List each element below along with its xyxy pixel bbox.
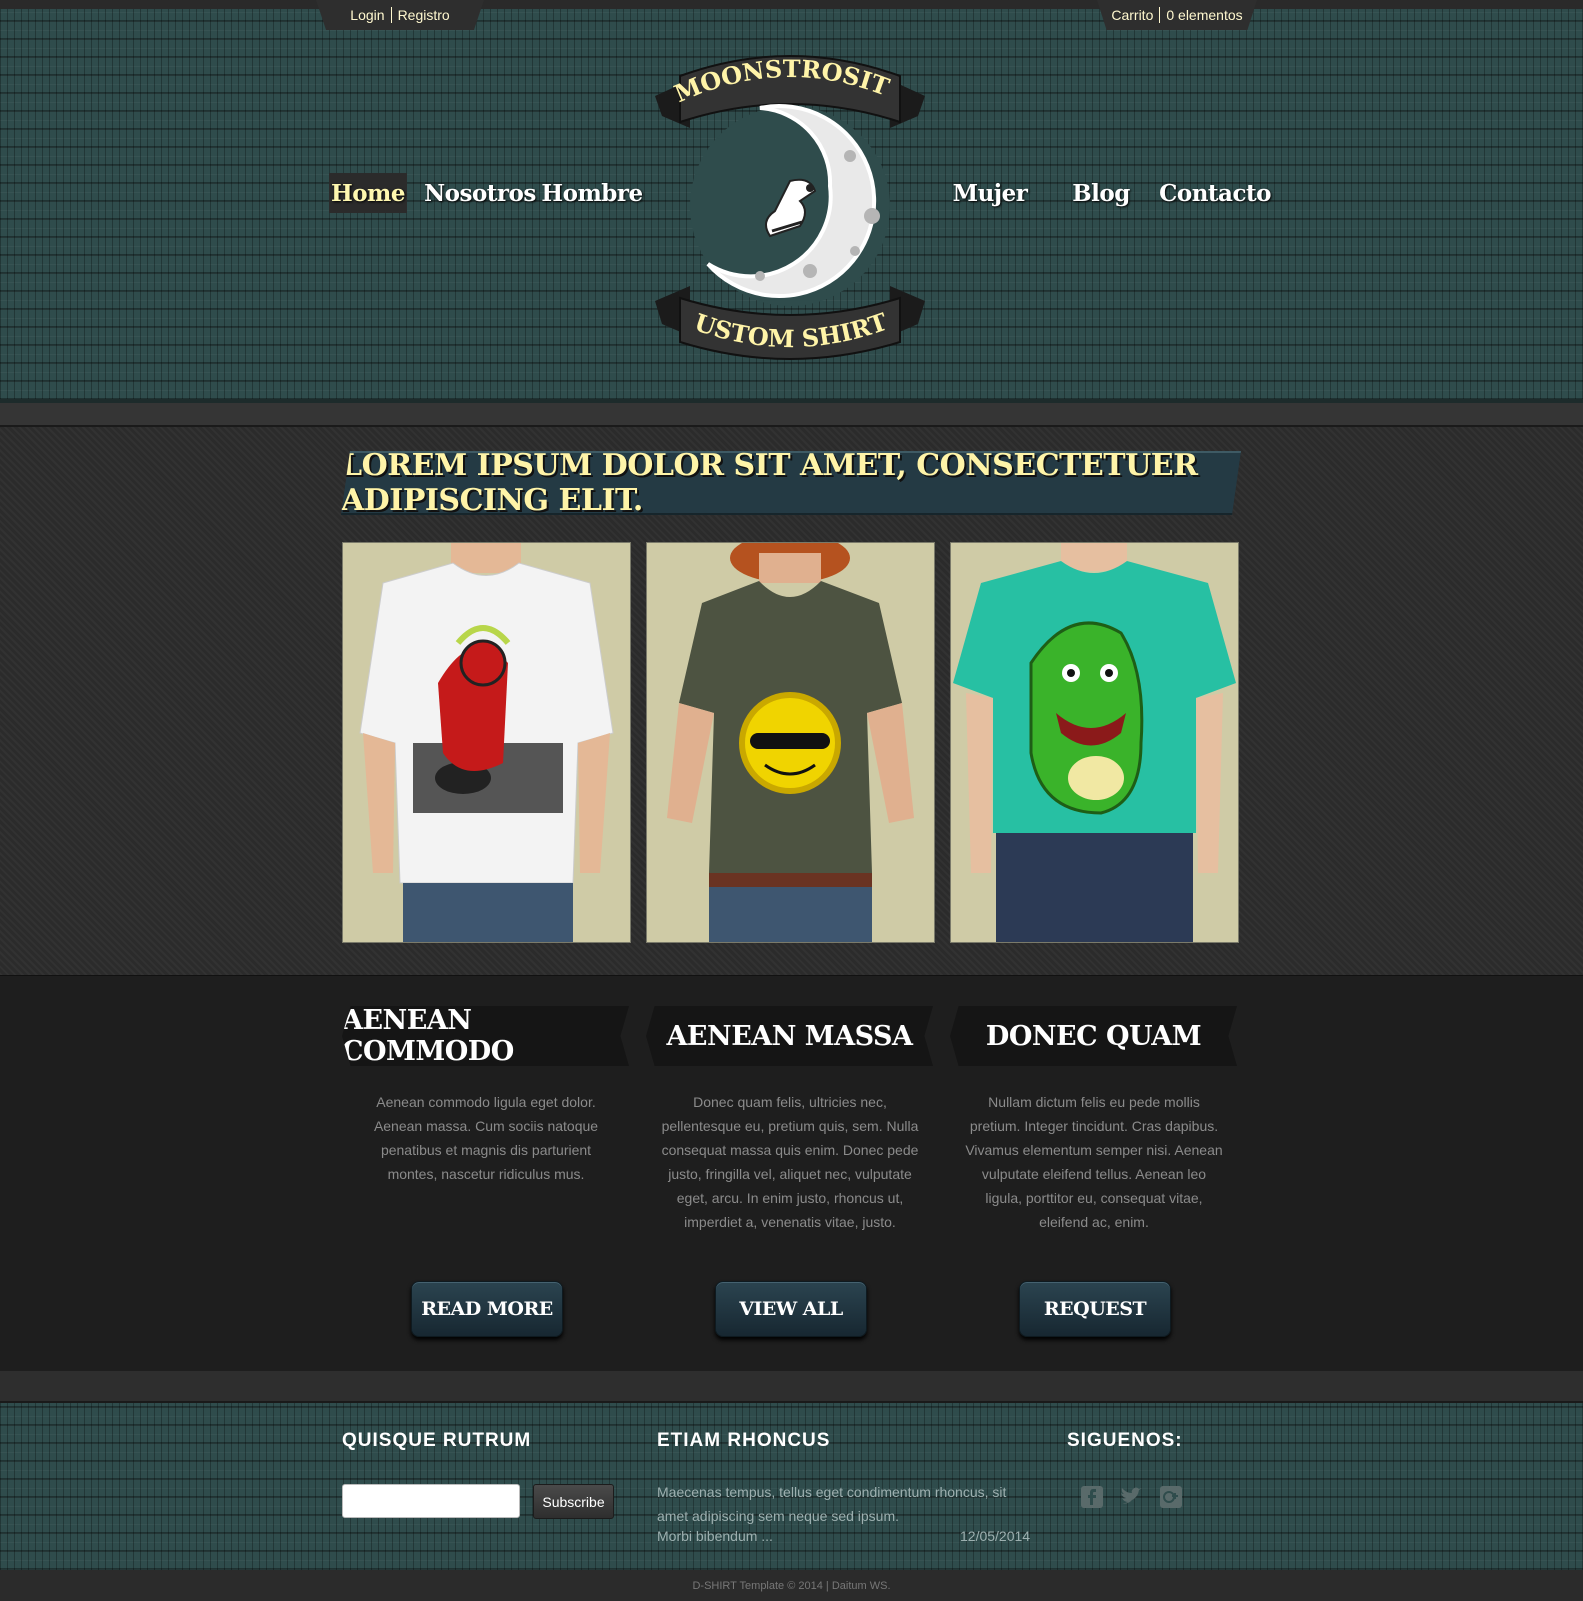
nav-nosotros[interactable]: Nosotros	[424, 173, 536, 213]
product-photo-devil-dj[interactable]	[342, 542, 631, 943]
news-heading: ETIAM RHONCUS	[657, 1430, 831, 1451]
nav-home[interactable]: Home	[329, 173, 407, 213]
subscribe-button[interactable]: Subscribe	[533, 1484, 614, 1519]
tshirt-illustration	[647, 543, 934, 942]
register-link[interactable]: Registro	[392, 7, 456, 23]
tshirt-illustration	[951, 543, 1238, 942]
header-band	[0, 403, 1583, 427]
news-date: 12/05/2014	[960, 1528, 1031, 1544]
twitter-icon[interactable]	[1118, 1484, 1144, 1510]
social-heading: SIGUENOS:	[1067, 1430, 1183, 1451]
view-all-button[interactable]: VIEW ALL	[715, 1281, 867, 1337]
header-topbar	[0, 0, 1583, 9]
read-more-button[interactable]: READ MORE	[411, 1281, 563, 1337]
news-excerpt: Maecenas tempus, tellus eget condimentum…	[657, 1484, 1007, 1524]
tshirt-illustration	[343, 543, 630, 942]
facebook-icon[interactable]	[1079, 1484, 1105, 1510]
newsletter-email-input[interactable]	[342, 1484, 520, 1518]
login-link[interactable]: Login	[344, 7, 390, 23]
feature-text: Donec quam felis, ultricies nec, pellent…	[661, 1094, 919, 1230]
moonstrosity-logo[interactable]: MOONSTROSITY CUSTOM SHIRTS	[640, 13, 930, 376]
feature-title: DONEC QUAM	[950, 1006, 1237, 1066]
nav-mujer[interactable]: Mujer	[952, 173, 1028, 213]
logo-graphic: MOONSTROSITY CUSTOM SHIRTS	[640, 13, 925, 360]
account-tab: Login Registro	[316, 0, 484, 30]
request-button[interactable]: REQUEST	[1019, 1281, 1171, 1337]
nav-hombre[interactable]: Hombre	[541, 173, 643, 213]
newsletter-heading: QUISQUE RUTRUM	[342, 1430, 532, 1451]
news-more-link[interactable]: Morbi bibendum ...	[657, 1528, 773, 1544]
cart-count-link[interactable]: 0 elementos	[1160, 7, 1248, 23]
copyright: D-SHIRT Template © 2014 | Daitum WS.	[0, 1570, 1583, 1601]
nav-contacto[interactable]: Contacto	[1159, 173, 1271, 213]
nav-blog[interactable]: Blog	[1070, 173, 1132, 213]
google-plus-icon[interactable]	[1158, 1484, 1184, 1510]
product-photo-sun[interactable]	[646, 542, 935, 943]
product-photo-dragon[interactable]	[950, 542, 1239, 943]
banner-heading: LOREM IPSUM DOLOR SIT AMET, CONSECTETUER…	[341, 451, 1241, 515]
feature-title: AENEAN COMMODO	[342, 1006, 629, 1066]
feature-text: Aenean commodo ligula eget dolor. Aenean…	[373, 1094, 599, 1182]
footer-band	[0, 1371, 1583, 1403]
feature-text: Nullam dictum felis eu pede mollis preti…	[965, 1094, 1223, 1230]
cart-tab: Carrito 0 elementos	[1097, 0, 1257, 30]
feature-title: AENEAN MASSA	[646, 1006, 933, 1066]
cart-link[interactable]: Carrito	[1105, 7, 1159, 23]
